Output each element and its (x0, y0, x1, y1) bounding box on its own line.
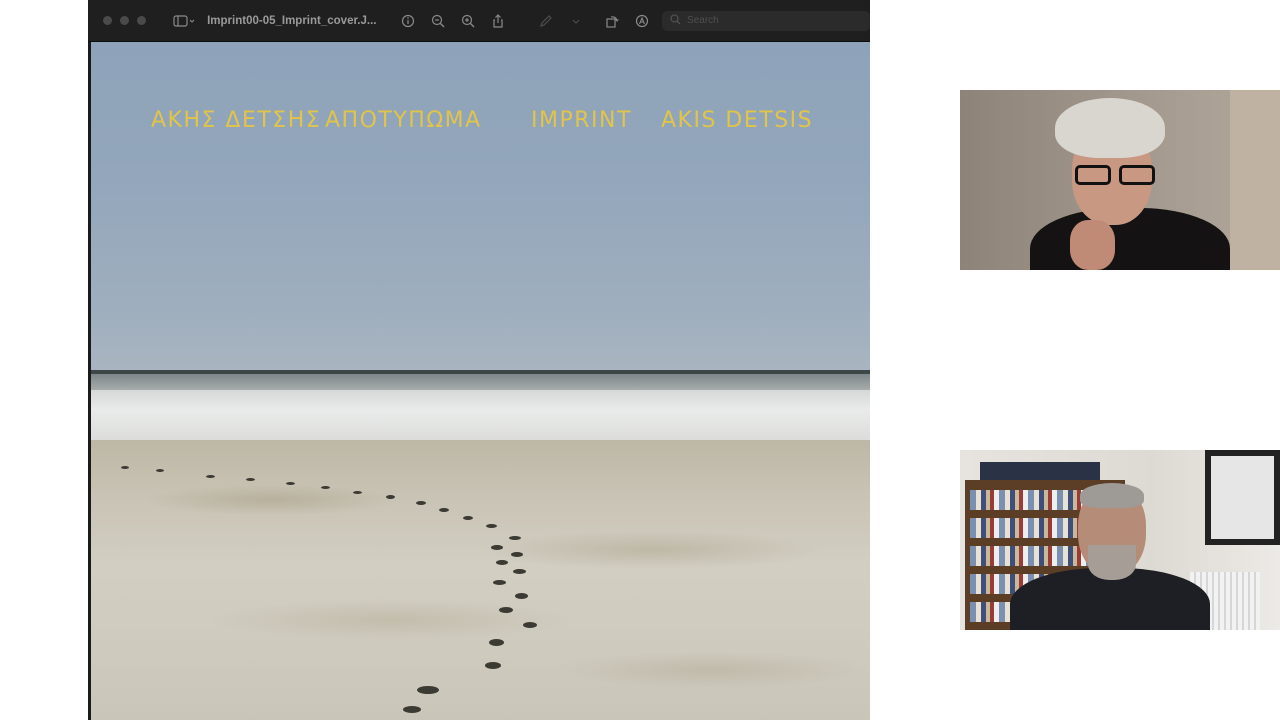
footprint (246, 478, 255, 481)
participant-hair (1080, 483, 1144, 508)
share-button[interactable] (490, 11, 506, 31)
cover-english-title: IMPRINT (531, 108, 632, 133)
footprint (417, 686, 439, 694)
footprint (485, 662, 501, 669)
footprint (286, 482, 295, 485)
footprint (206, 475, 215, 478)
footprint (496, 560, 508, 565)
annotate-button[interactable] (634, 11, 650, 31)
footprint (491, 545, 503, 550)
ground (91, 440, 870, 720)
footprint (463, 516, 473, 520)
titlebar: Imprint00-05_Imprint_cover.J... (88, 0, 870, 42)
footprint (321, 486, 330, 489)
cover-greek-title: ΑΠΟΤΥΠΩΜΑ (325, 108, 482, 133)
footprint (511, 552, 523, 557)
shelf-boxes (980, 462, 1100, 480)
window-controls (103, 16, 146, 25)
salt-flat (91, 390, 870, 440)
footprint (493, 580, 506, 585)
footprint (156, 469, 164, 472)
annotate-icon (635, 14, 649, 27)
framed-picture (1205, 450, 1280, 545)
chevron-down-icon (572, 19, 580, 24)
preview-window: Imprint00-05_Imprint_cover.J... Search Α… (88, 0, 870, 720)
footprint (489, 639, 504, 646)
markup-button[interactable] (538, 11, 554, 31)
document-title: Imprint00-05_Imprint_cover.J... (207, 14, 377, 27)
cover-image: ΑΚΗΣ ΔΕΤΣΗΣ ΑΠΟΤΥΠΩΜΑ IMPRINT AKIS DETSI… (91, 42, 870, 720)
zoom-in-icon (461, 14, 475, 27)
participant-hand (1070, 220, 1115, 270)
sky (91, 42, 870, 372)
markup-icon (540, 14, 552, 27)
participant-beard (1088, 545, 1136, 580)
zoom-in-button[interactable] (460, 11, 476, 31)
footprint (353, 491, 362, 494)
minimize-window-button[interactable] (120, 16, 129, 25)
footprint (513, 569, 526, 574)
rotate-button[interactable] (604, 11, 620, 31)
footprint (523, 622, 537, 628)
footprint (121, 466, 129, 469)
footprint (403, 706, 421, 713)
footprint (386, 495, 395, 499)
zoom-window-button[interactable] (137, 16, 146, 25)
footprint (515, 593, 528, 599)
footprint (509, 536, 521, 540)
participant-hair (1055, 98, 1165, 158)
sidebar-toggle-button[interactable] (172, 11, 195, 31)
glasses (1075, 165, 1160, 187)
footprint (416, 501, 426, 505)
markup-menu-button[interactable] (568, 11, 584, 31)
participant-video-2[interactable] (960, 450, 1280, 630)
search-field[interactable] (662, 10, 870, 31)
cover-english-author: AKIS DETSIS (661, 108, 814, 133)
info-button[interactable] (400, 11, 416, 31)
search-input[interactable] (687, 15, 848, 26)
footprint (499, 607, 513, 613)
footprint (486, 524, 497, 528)
zoom-out-icon (431, 14, 445, 27)
background-door (1230, 90, 1280, 270)
cover-greek-author: ΑΚΗΣ ΔΕΤΣΗΣ (151, 108, 322, 133)
water (91, 374, 870, 390)
zoom-out-button[interactable] (430, 11, 446, 31)
sidebar-icon (172, 14, 194, 27)
close-window-button[interactable] (103, 16, 112, 25)
share-icon (493, 13, 503, 28)
rotate-icon (606, 15, 619, 28)
search-icon (670, 13, 681, 28)
footprint (439, 508, 449, 512)
participant-video-1[interactable] (960, 90, 1280, 270)
info-icon (401, 14, 415, 27)
